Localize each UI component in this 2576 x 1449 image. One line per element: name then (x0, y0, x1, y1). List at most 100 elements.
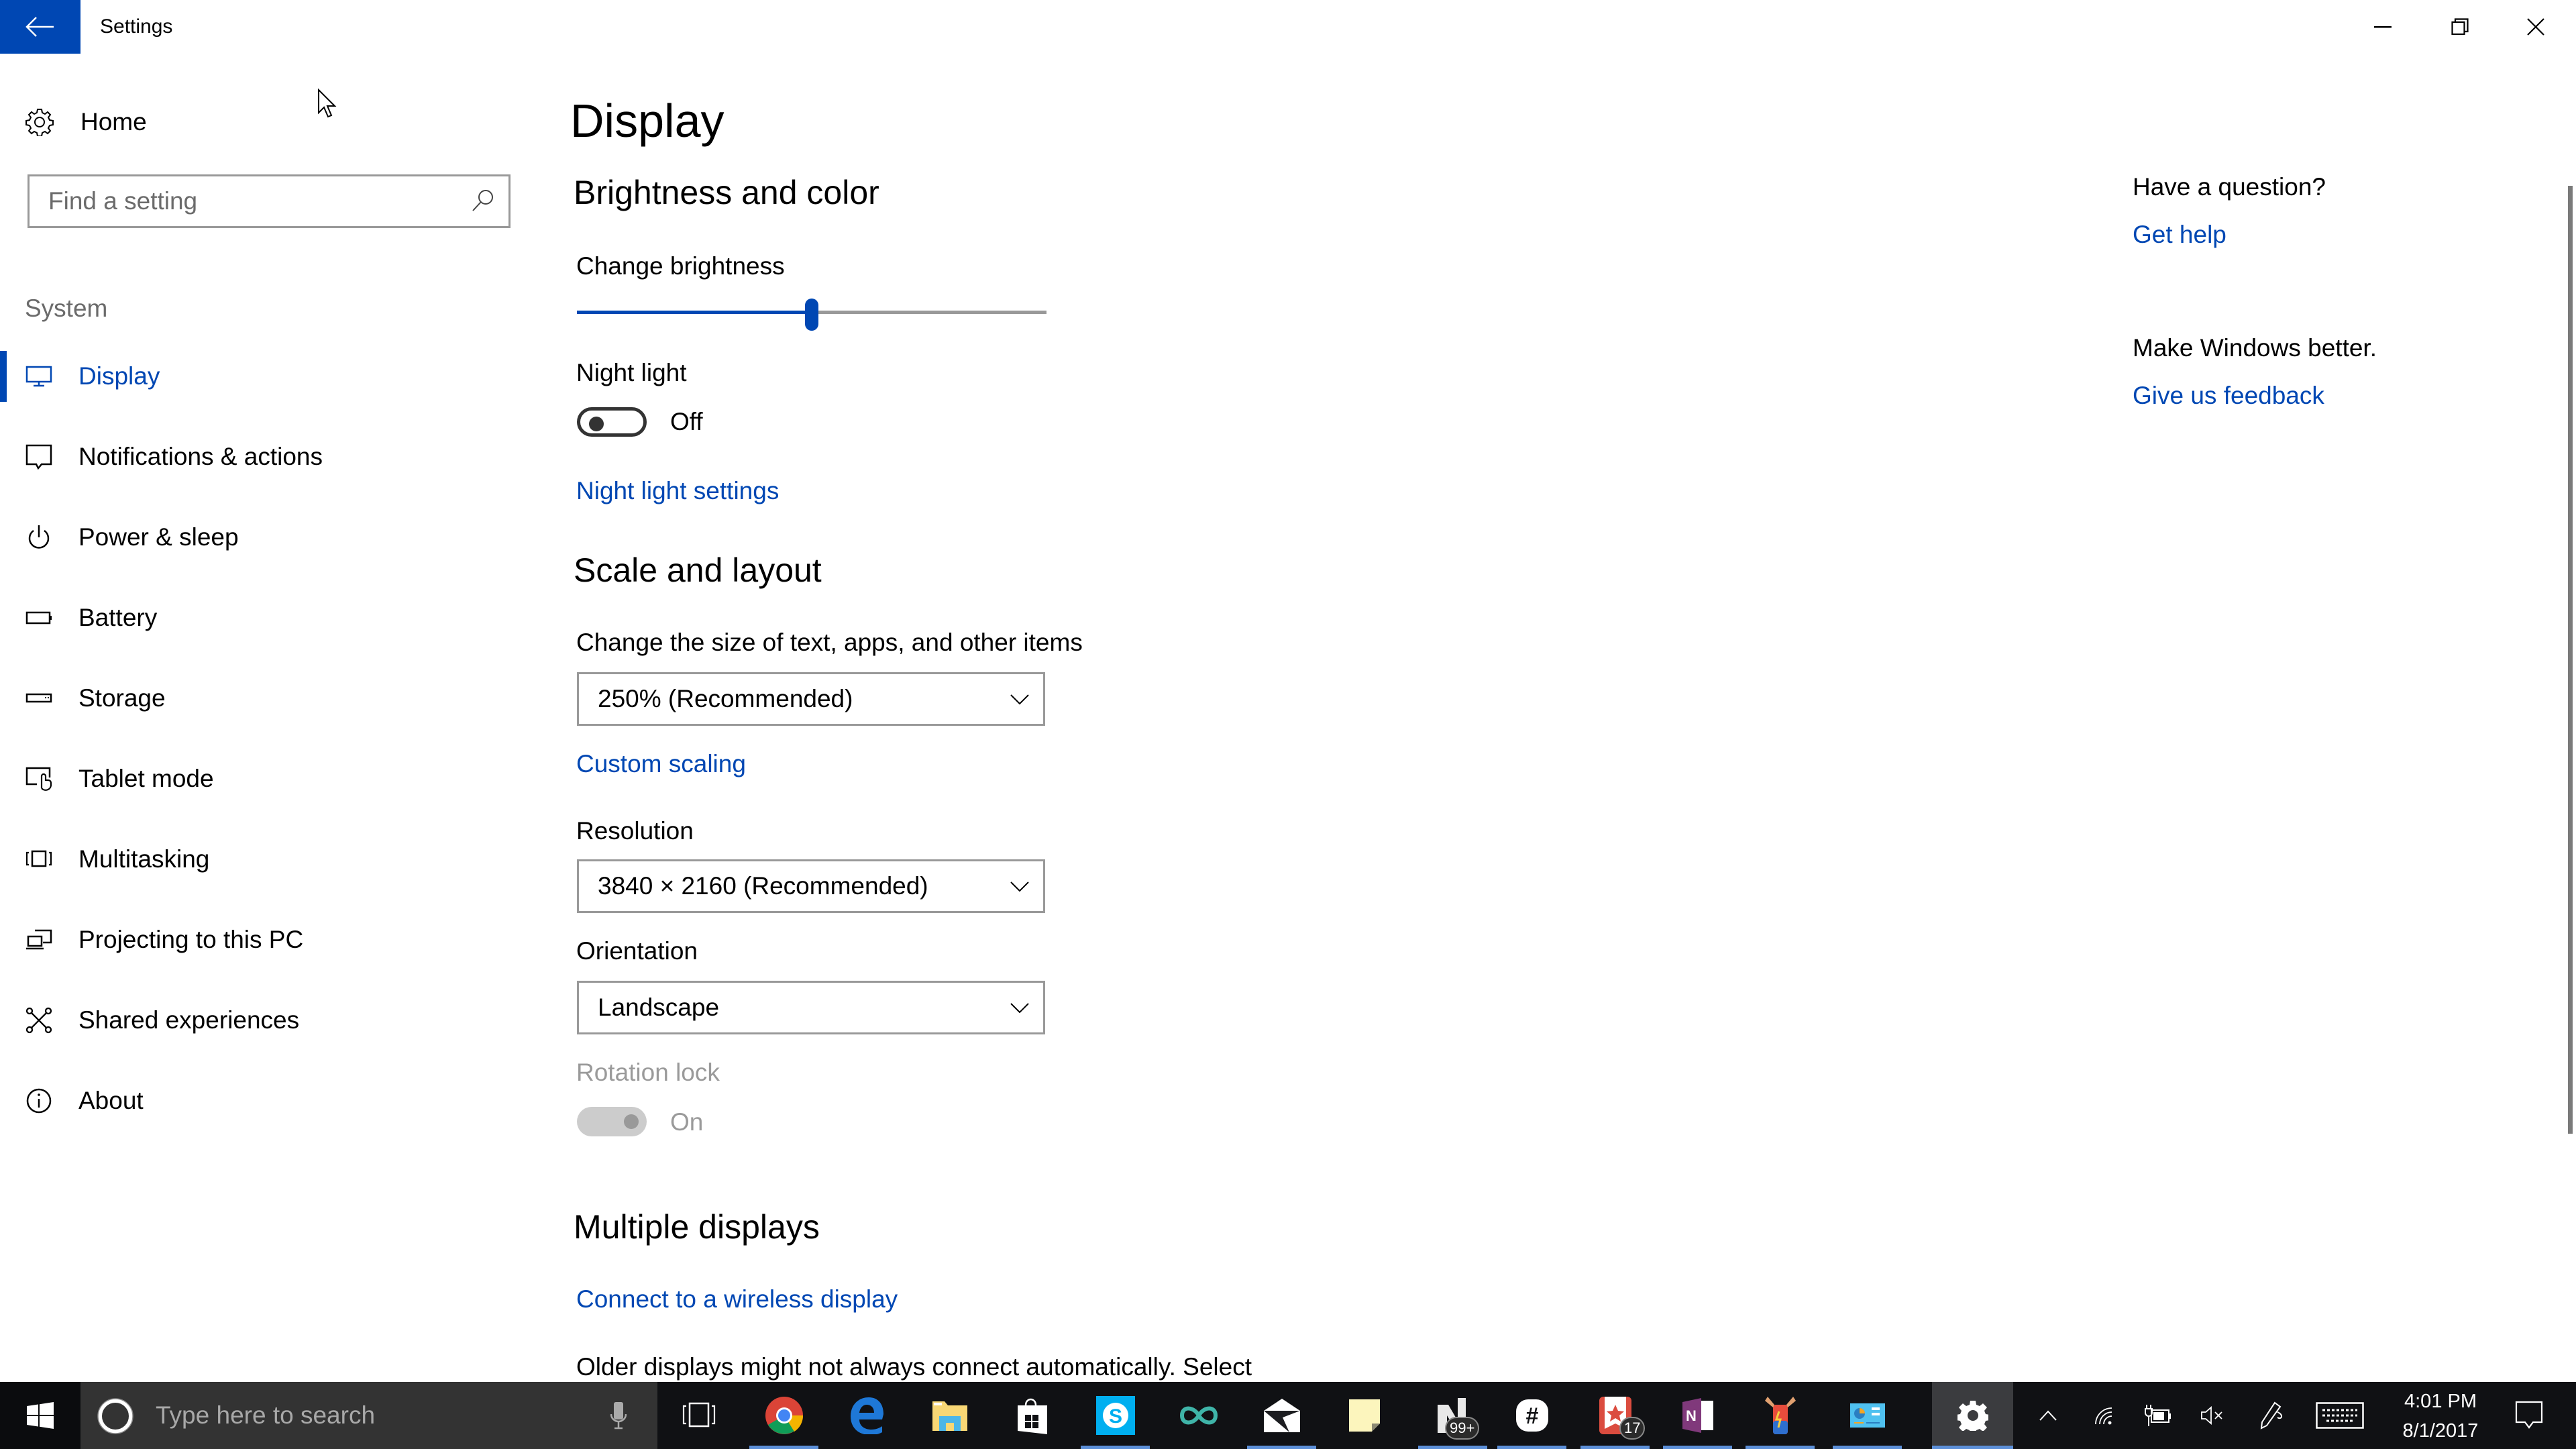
multitasking-icon (25, 850, 52, 867)
action-center-button[interactable] (2502, 1382, 2556, 1449)
close-icon (2526, 18, 2544, 36)
taskbar-app-news[interactable]: 99+ (1411, 1382, 1494, 1449)
taskbar-app-onenote[interactable]: N (1656, 1382, 1739, 1449)
connect-wireless-display-link[interactable]: Connect to a wireless display (576, 1283, 898, 1316)
resolution-dropdown[interactable]: 3840 × 2160 (Recommended) (577, 859, 1045, 913)
chevron-down-icon (1010, 881, 1029, 892)
running-indicator (1663, 1446, 1732, 1449)
volume-muted-icon (2201, 1406, 2222, 1425)
running-indicator (1746, 1446, 1815, 1449)
sidebar-item-power-sleep[interactable]: Power & sleep (0, 504, 537, 571)
sidebar-item-label: Tablet mode (78, 765, 214, 792)
close-button[interactable] (2497, 0, 2574, 54)
find-setting-search[interactable] (28, 174, 511, 228)
battery-app-icon (1764, 1397, 1796, 1434)
night-light-toggle[interactable] (577, 407, 647, 437)
wifi-button[interactable] (2086, 1382, 2120, 1449)
sidebar-item-display[interactable]: Display (0, 343, 537, 410)
orientation-dropdown[interactable]: Landscape (577, 981, 1045, 1034)
windows-ink-button[interactable] (2251, 1382, 2291, 1449)
sidebar-item-storage[interactable]: Storage (0, 665, 537, 732)
taskbar-app-edge[interactable] (825, 1382, 908, 1449)
chevron-up-icon (2039, 1410, 2057, 1421)
control-panel-icon (1849, 1403, 1885, 1428)
storage-icon (25, 693, 52, 703)
svg-text:N: N (1686, 1407, 1697, 1424)
task-view-button[interactable] (657, 1382, 740, 1449)
cortana-icon (97, 1398, 133, 1434)
back-arrow-icon (25, 17, 54, 37)
touch-keyboard-button[interactable] (2313, 1382, 2367, 1449)
microphone-icon[interactable] (610, 1402, 627, 1430)
slack-icon: # (1515, 1399, 1548, 1432)
pen-icon (2260, 1401, 2282, 1430)
edge-icon (850, 1397, 883, 1434)
taskbar-app-chrome[interactable] (743, 1382, 825, 1449)
running-indicator (1833, 1446, 1902, 1449)
taskbar-app-battery[interactable] (1739, 1382, 1821, 1449)
custom-scaling-link[interactable]: Custom scaling (576, 748, 746, 780)
page-title: Display (570, 95, 724, 147)
back-button[interactable] (0, 0, 80, 54)
night-light-state: Off (670, 408, 703, 435)
scale-dropdown[interactable]: 250% (Recommended) (577, 672, 1045, 726)
sidebar-item-label: Battery (78, 604, 158, 631)
get-help-link[interactable]: Get help (2133, 219, 2226, 251)
sidebar-item-battery[interactable]: Battery (0, 584, 537, 651)
rotation-lock-toggle (577, 1107, 647, 1136)
toggle-knob (624, 1114, 639, 1129)
restore-icon (2451, 18, 2469, 36)
sidebar-item-notifications[interactable]: Notifications & actions (0, 423, 537, 490)
gear-icon (1957, 1401, 1988, 1431)
home-link[interactable]: Home (25, 105, 147, 140)
orientation-dropdown-value: Landscape (598, 994, 720, 1021)
minimize-button[interactable] (2344, 0, 2421, 54)
taskbar-app-slack[interactable]: # (1491, 1382, 1573, 1449)
shared-experiences-icon (25, 1007, 52, 1034)
sidebar-item-tablet-mode[interactable]: Tablet mode (0, 745, 537, 812)
power-status-button[interactable] (2140, 1382, 2178, 1449)
sidebar-item-label: Projecting to this PC (78, 926, 304, 953)
sidebar-item-label: Storage (78, 684, 166, 712)
taskbar-app-store[interactable] (991, 1382, 1073, 1449)
scrollbar[interactable] (2568, 186, 2573, 1134)
feedback-prompt: Make Windows better. (2133, 334, 2377, 362)
slider-thumb[interactable] (805, 299, 818, 331)
clock-date: 8/1/2017 (2402, 1420, 2479, 1442)
battery-charging-icon (2145, 1405, 2171, 1426)
find-setting-input[interactable] (48, 186, 451, 217)
running-indicator (1081, 1446, 1150, 1449)
brightness-slider[interactable] (577, 299, 1046, 331)
taskbar-app-file-explorer[interactable] (908, 1382, 991, 1449)
notification-badge: 99+ (1445, 1417, 1480, 1440)
restore-button[interactable] (2421, 0, 2498, 54)
start-button[interactable] (0, 1382, 80, 1449)
show-hidden-icons-button[interactable] (2029, 1382, 2068, 1449)
night-light-settings-link[interactable]: Night light settings (576, 475, 779, 507)
taskbar-app-settings[interactable] (1932, 1382, 2013, 1449)
toggle-knob (589, 417, 604, 431)
running-indicator (1418, 1446, 1487, 1449)
volume-button[interactable] (2194, 1382, 2231, 1449)
taskbar-app-control-panel[interactable] (1826, 1382, 1909, 1449)
scale-label: Change the size of text, apps, and other… (576, 629, 1083, 656)
sidebar-item-shared-experiences[interactable]: Shared experiences (0, 987, 537, 1054)
taskbar-app-sticky-notes[interactable] (1323, 1382, 1405, 1449)
taskbar-app-infinity[interactable] (1157, 1382, 1240, 1449)
taskbar-app-wunderlist[interactable]: 17 (1574, 1382, 1656, 1449)
give-feedback-link[interactable]: Give us feedback (2133, 380, 2324, 412)
home-label: Home (80, 108, 147, 136)
svg-text:S: S (1108, 1405, 1122, 1428)
clock[interactable]: 4:01 PM 8/1/2017 (2394, 1382, 2487, 1449)
sidebar-item-about[interactable]: About (0, 1067, 537, 1134)
sidebar-item-projecting[interactable]: Projecting to this PC (0, 906, 537, 973)
taskbar-app-skype[interactable]: S (1074, 1382, 1157, 1449)
sidebar-item-label: Power & sleep (78, 523, 239, 551)
sidebar-item-multitasking[interactable]: Multitasking (0, 826, 537, 893)
chevron-down-icon (1010, 1003, 1029, 1014)
running-indicator (1932, 1446, 2013, 1449)
taskbar-app-mail[interactable] (1240, 1382, 1323, 1449)
monitor-icon (25, 366, 52, 387)
taskbar-search-box[interactable]: Type here to search (80, 1382, 657, 1449)
keyboard-icon (2316, 1402, 2364, 1429)
